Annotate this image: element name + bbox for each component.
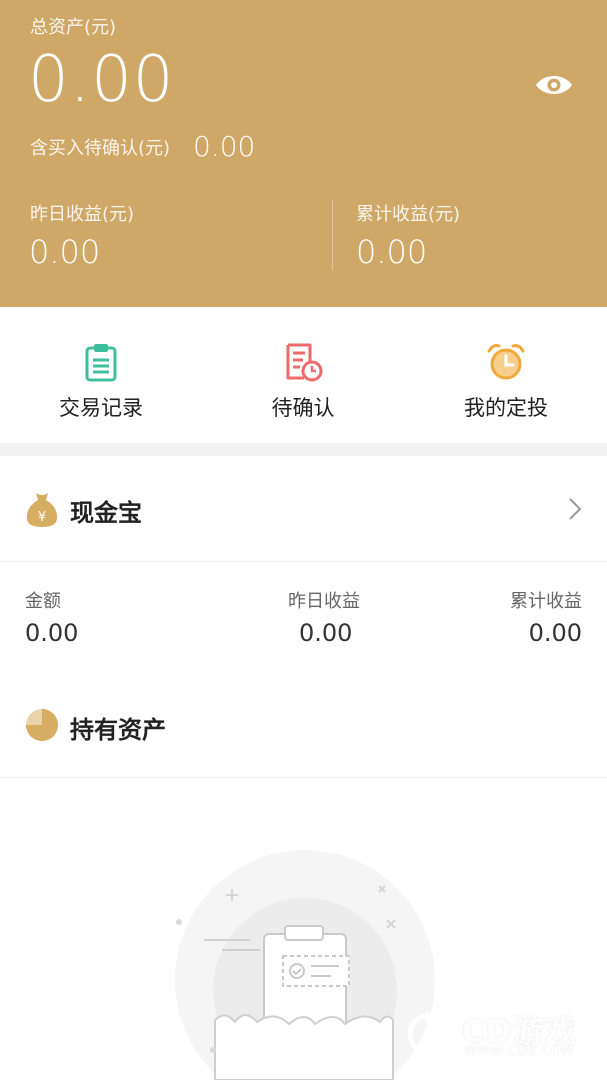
- chevron-right-icon[interactable]: [566, 496, 584, 522]
- cumulative-earnings-label: 累计收益(元): [356, 204, 461, 225]
- cash-yesterday-value: 0.00: [299, 619, 353, 647]
- watermark-logo-icon: [407, 1012, 451, 1056]
- eye-icon[interactable]: [534, 70, 574, 100]
- amount-value: 0.00: [25, 619, 79, 647]
- watermark: CD游戏 WWW.CDB.COM: [400, 1000, 600, 1070]
- total-assets-label: 总资产(元): [30, 17, 117, 38]
- pending-confirm-value: 0.00: [193, 130, 256, 163]
- clipboard-icon: [80, 341, 122, 383]
- cumulative-earnings-value: 0.00: [356, 233, 428, 271]
- yesterday-earnings-label: 昨日收益(元): [30, 204, 135, 225]
- section-divider: [0, 443, 607, 456]
- quick-actions: 交易记录 待确认 我的定投: [0, 307, 607, 443]
- pending-document-icon: [282, 341, 324, 383]
- pending-confirm-label: 待确认: [271, 396, 335, 420]
- transaction-records-label: 交易记录: [59, 396, 143, 420]
- money-bag-icon: ¥: [24, 489, 60, 529]
- alarm-clock-icon: [485, 341, 527, 383]
- svg-text:¥: ¥: [38, 510, 46, 525]
- cash-treasure-row[interactable]: ¥ 现金宝: [0, 456, 607, 562]
- my-investment-plan-button[interactable]: 我的定投: [405, 307, 607, 443]
- yesterday-earnings-value: 0.00: [29, 233, 101, 271]
- pie-chart-icon: [25, 708, 59, 742]
- pending-confirm-button[interactable]: 待确认: [202, 307, 404, 443]
- pending-confirm-label: 含买入待确认(元): [30, 138, 171, 159]
- holdings-header: 持有资产: [0, 690, 607, 778]
- amount-label: 金额: [25, 591, 61, 612]
- holdings-title: 持有资产: [70, 716, 166, 744]
- asset-summary-header: 总资产(元) 0.00 含买入待确认(元) 0.00 昨日收益(元) 0.00 …: [0, 0, 607, 307]
- my-investment-plan-label: 我的定投: [464, 396, 548, 420]
- watermark-url: WWW.CDB.COM: [464, 1044, 574, 1059]
- transaction-records-button[interactable]: 交易记录: [0, 307, 202, 443]
- total-assets-value: 0.00: [28, 43, 175, 117]
- header-divider: [332, 200, 333, 270]
- cash-treasure-title: 现金宝: [70, 499, 142, 527]
- cash-cumulative-value: 0.00: [528, 619, 582, 647]
- cash-yesterday-label: 昨日收益: [288, 591, 360, 612]
- cash-cumulative-label: 累计收益: [510, 591, 582, 612]
